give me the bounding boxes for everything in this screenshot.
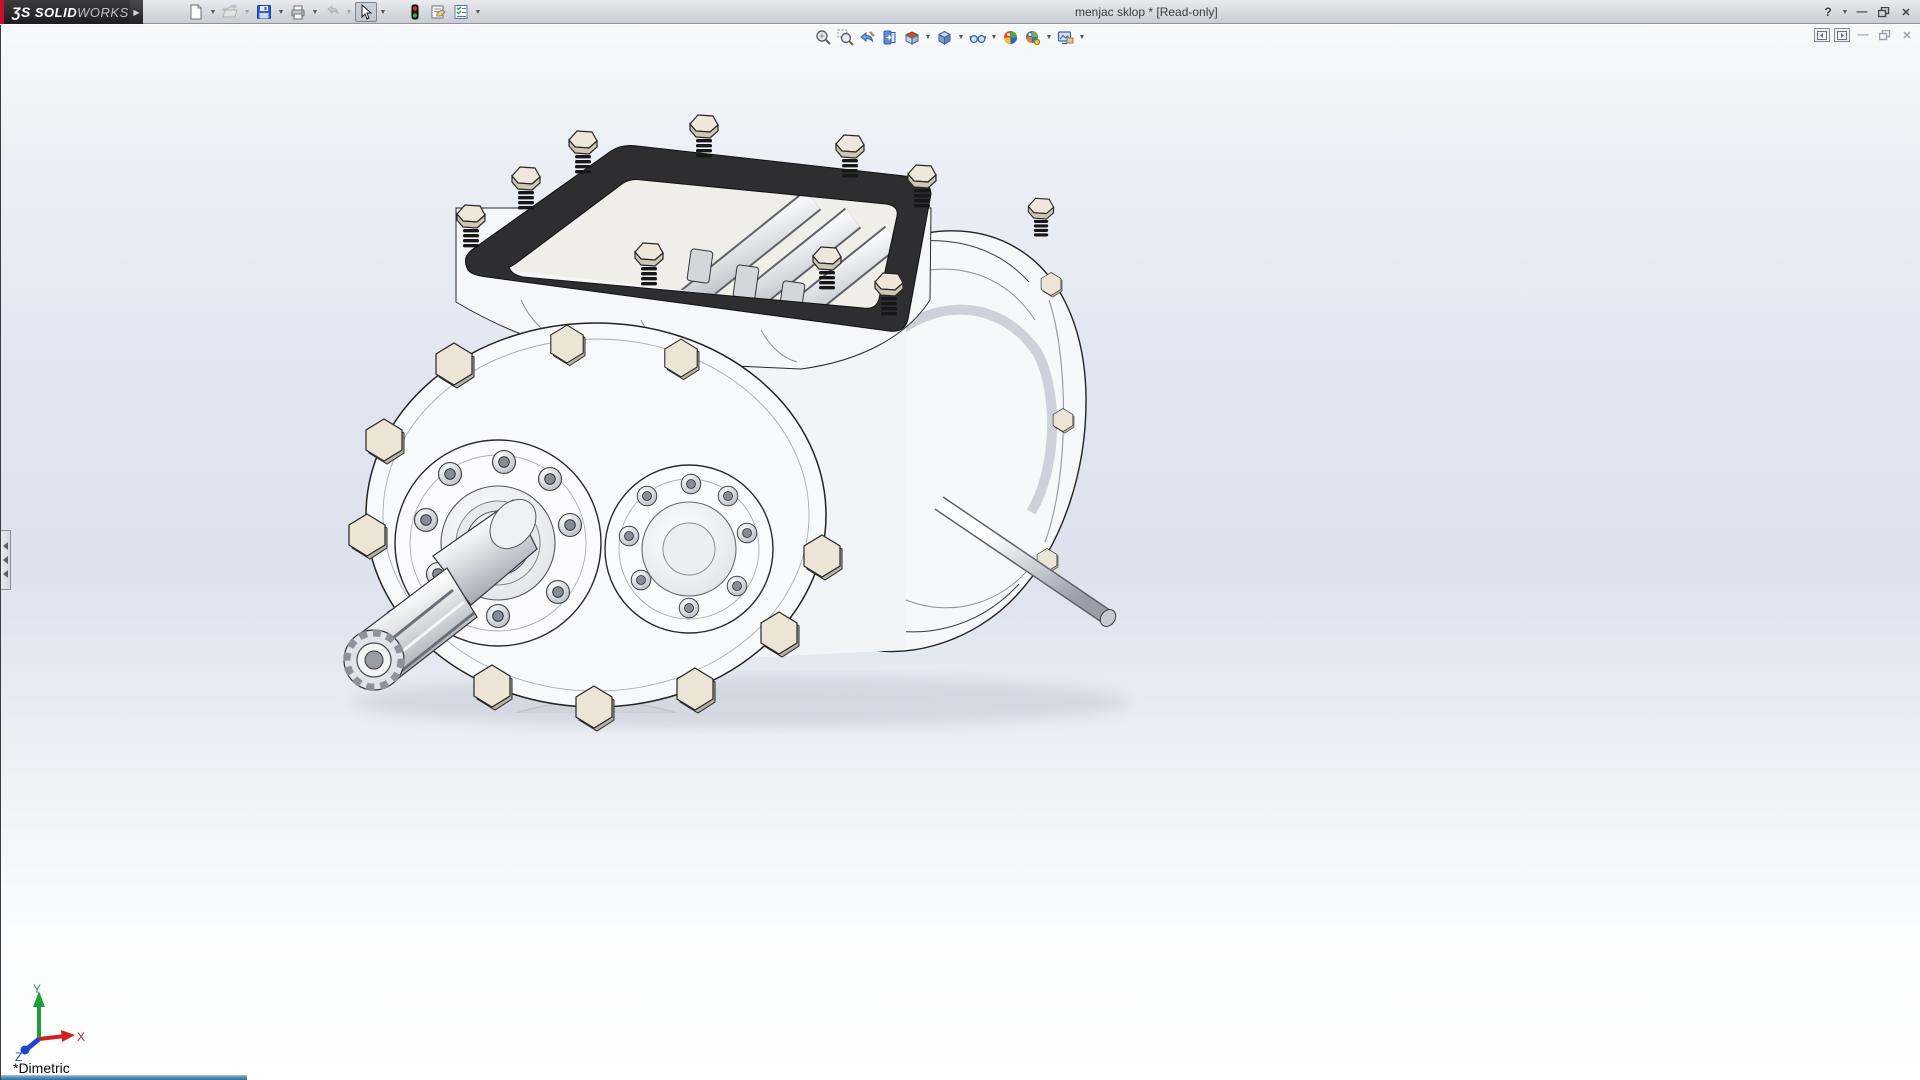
document-title: menjac sklop * [Read-only]: [1075, 5, 1218, 19]
document-window-controls: — ✕: [1814, 28, 1916, 42]
document-restore-button[interactable]: [1876, 28, 1894, 42]
dropdown-caret-icon[interactable]: ▼: [1077, 27, 1087, 47]
print-button[interactable]: [287, 2, 309, 22]
save-icon: [257, 5, 271, 19]
file-properties-button[interactable]: [427, 2, 449, 22]
options-icon: [454, 5, 468, 19]
hide-show-items-button[interactable]: [879, 28, 900, 47]
dropdown-caret-icon[interactable]: ▼: [208, 2, 218, 22]
help-button[interactable]: ?: [1818, 3, 1838, 21]
traffic-light-icon: [411, 4, 419, 20]
feature-tree-flyout-handle[interactable]: [1, 530, 11, 590]
x-axis-label: X: [77, 1030, 85, 1044]
apply-scene-icon: [1026, 30, 1041, 45]
headsup-view-toolbar: ▼ ▼ ▼ ▼ ▼: [813, 27, 1087, 47]
dropdown-caret-icon[interactable]: ▼: [923, 27, 933, 47]
view-orientation-label: *Dimetric: [13, 1060, 70, 1076]
dropdown-caret-icon[interactable]: ▼: [310, 2, 320, 22]
previous-view-icon: [860, 30, 875, 42]
ds-logo-glyph: ƷS: [12, 4, 31, 20]
menu-expand-button[interactable]: ▶: [130, 0, 143, 24]
save-button[interactable]: [253, 2, 275, 22]
section-view-icon: [904, 30, 920, 45]
brand-text: ƷS SOLIDWORKS: [12, 4, 129, 20]
new-document-icon: [190, 4, 202, 20]
solidworks-logo: ƷS SOLIDWORKS: [0, 0, 130, 24]
select-cursor-icon: [361, 4, 373, 20]
restore-button[interactable]: [1874, 3, 1894, 21]
dropdown-caret-icon[interactable]: ▼: [1044, 27, 1054, 47]
zoom-to-fit-button[interactable]: [813, 28, 834, 47]
gearbox-3d-model: [343, 114, 1131, 1080]
x-axis-arrow-icon: [61, 1030, 75, 1042]
zoom-to-fit-icon: [816, 29, 831, 45]
collapse-arrow-icon: [3, 542, 8, 550]
view-orientation-icon: [937, 30, 952, 45]
select-button[interactable]: [355, 2, 377, 22]
pane-right-icon: [1837, 30, 1847, 40]
document-restore-icon: [1879, 29, 1891, 40]
dropdown-caret-icon[interactable]: ▼: [989, 27, 999, 47]
open-button[interactable]: [219, 2, 241, 22]
open-folder-icon: [222, 4, 238, 18]
options-button[interactable]: [450, 2, 472, 22]
view-settings-icon: [1057, 30, 1074, 44]
zoom-to-area-icon: [837, 29, 854, 46]
edit-appearance-icon: [1004, 30, 1017, 44]
standard-toolbar: ▼ ▼ ▼ ▼ ▼ ▼ ▼: [185, 0, 483, 24]
collapse-pane-right-button[interactable]: [1834, 28, 1850, 42]
document-close-button[interactable]: ✕: [1898, 28, 1916, 42]
dropdown-caret-icon[interactable]: ▼: [378, 2, 388, 22]
pane-left-icon: [1817, 30, 1827, 40]
file-properties-icon: [431, 5, 446, 19]
dropdown-caret-icon[interactable]: ▼: [344, 2, 354, 22]
document-minimize-button[interactable]: —: [1854, 28, 1872, 42]
rebuild-traffic-light-button[interactable]: [404, 2, 426, 22]
brand-red-stripe: [0, 0, 4, 24]
previous-view-button[interactable]: [857, 28, 878, 47]
display-style-button[interactable]: [967, 28, 988, 47]
section-view-button[interactable]: [901, 28, 922, 47]
restore-icon: [1878, 6, 1890, 17]
undo-button[interactable]: [321, 2, 343, 22]
new-document-button[interactable]: [185, 2, 207, 22]
undo-icon: [327, 5, 339, 15]
collapse-arrow-icon: [3, 556, 8, 564]
y-axis-label: Y: [33, 983, 41, 996]
collapse-pane-left-button[interactable]: [1814, 28, 1830, 42]
reference-triad: Y X Z: [15, 983, 85, 1063]
window-controls: ? ▼ — ✕: [1818, 0, 1916, 24]
status-strip-fragment: [1, 1075, 247, 1080]
dropdown-caret-icon[interactable]: ▼: [276, 2, 286, 22]
dropdown-caret-icon[interactable]: ▼: [1840, 2, 1850, 22]
dropdown-caret-icon[interactable]: ▼: [242, 2, 252, 22]
display-style-icon: [969, 34, 986, 43]
edit-appearance-button[interactable]: [1000, 28, 1021, 47]
view-settings-button[interactable]: [1055, 28, 1076, 47]
graphics-viewport[interactable]: ▼ ▼ ▼ ▼ ▼ — ✕ Y X Z *Dimetric: [0, 25, 1920, 1080]
apply-scene-button[interactable]: [1022, 28, 1043, 47]
dropdown-caret-icon[interactable]: ▼: [473, 2, 483, 22]
dropdown-caret-icon[interactable]: ▼: [956, 27, 966, 47]
view-orientation-button[interactable]: [934, 28, 955, 47]
close-button[interactable]: ✕: [1896, 3, 1916, 21]
collapse-arrow-icon: [3, 570, 8, 578]
zoom-to-area-button[interactable]: [835, 28, 856, 47]
title-bar: ƷS SOLIDWORKS ▶ ▼ ▼ ▼ ▼ ▼ ▼ ▼ menjac skl…: [0, 0, 1920, 24]
hide-show-items-icon: [883, 30, 896, 44]
print-icon: [291, 5, 305, 20]
minimize-button[interactable]: —: [1852, 3, 1872, 21]
